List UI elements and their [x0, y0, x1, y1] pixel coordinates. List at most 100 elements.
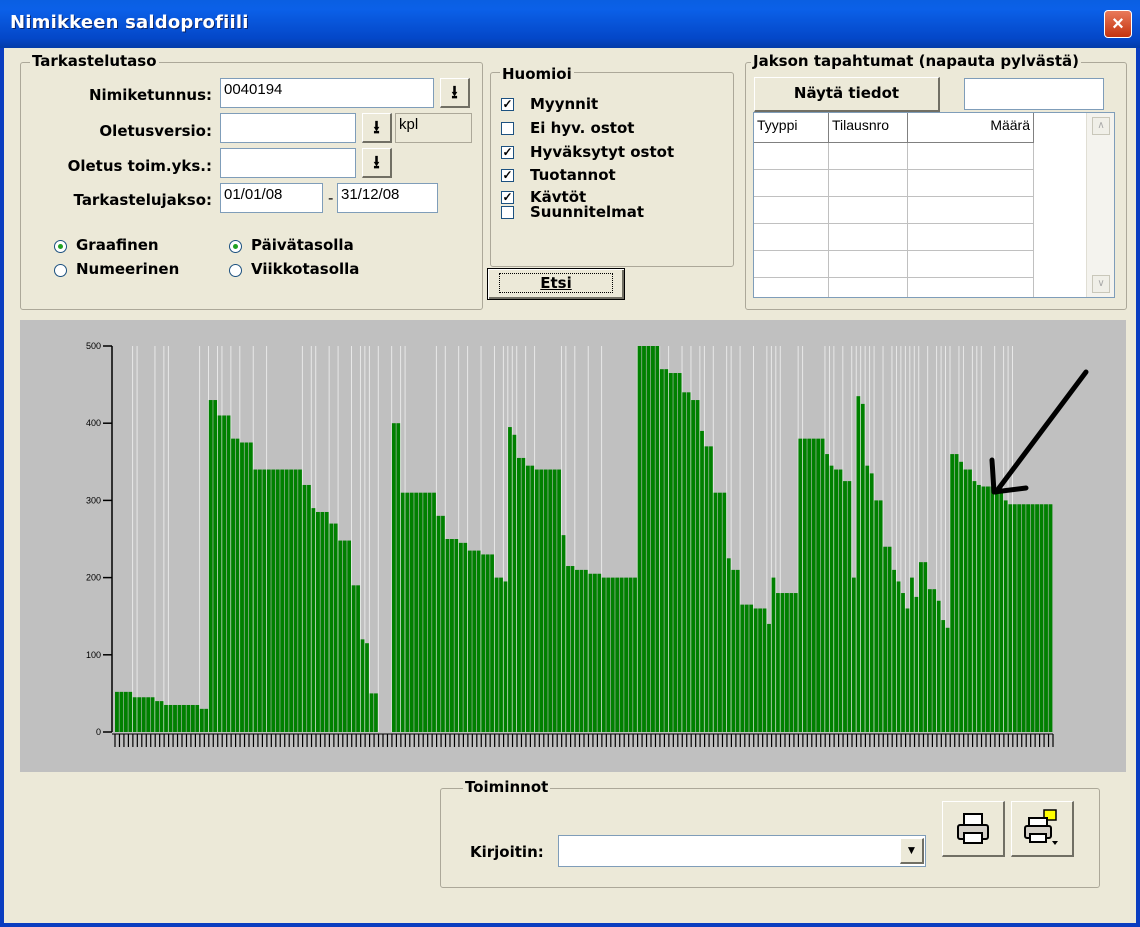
saldo-bar[interactable] — [463, 542, 468, 732]
saldo-bar[interactable] — [838, 469, 843, 732]
radio-paivatasolla[interactable] — [229, 240, 242, 253]
saldo-bar[interactable] — [994, 492, 999, 732]
saldo-bar[interactable] — [1003, 500, 1008, 732]
saldo-bar[interactable] — [441, 515, 445, 732]
checkbox-label-1[interactable]: Ei hyv. ostot — [530, 119, 634, 137]
saldo-bar[interactable] — [691, 400, 696, 732]
saldo-bar[interactable] — [324, 511, 329, 732]
table-cell[interactable] — [754, 143, 829, 170]
saldo-bar[interactable] — [744, 604, 749, 732]
saldo-bar[interactable] — [981, 486, 986, 733]
saldo-bar[interactable] — [950, 454, 955, 732]
column-header[interactable]: Tilausnro — [829, 113, 908, 143]
saldo-bar[interactable] — [735, 569, 740, 732]
saldo-bar[interactable] — [548, 469, 553, 732]
saldo-bar[interactable] — [865, 465, 870, 732]
saldo-bar[interactable] — [686, 392, 691, 732]
table-cell[interactable] — [829, 251, 908, 278]
saldo-bar[interactable] — [847, 481, 852, 732]
oletusversio-field[interactable] — [220, 113, 356, 143]
saldo-bar[interactable] — [525, 465, 530, 732]
saldo-bar[interactable] — [1017, 504, 1022, 732]
saldo-bar[interactable] — [646, 346, 651, 732]
saldo-bar[interactable] — [820, 438, 825, 732]
saldo-bar[interactable] — [816, 438, 821, 732]
saldo-bar[interactable] — [146, 697, 151, 732]
saldo-bar[interactable] — [253, 469, 258, 732]
saldo-bar[interactable] — [512, 434, 517, 732]
saldo-bar[interactable] — [856, 396, 861, 732]
saldo-bar[interactable] — [374, 693, 378, 732]
checkbox-label-3[interactable]: Tuotannot — [530, 166, 616, 184]
saldo-bar[interactable] — [655, 346, 660, 732]
saldo-bar[interactable] — [860, 403, 865, 732]
saldo-bar[interactable] — [293, 469, 298, 732]
table-cell[interactable] — [754, 224, 829, 251]
saldo-bar[interactable] — [668, 373, 673, 732]
saldo-bar[interactable] — [137, 697, 142, 732]
saldo-bar[interactable] — [1039, 504, 1044, 732]
saldo-bar[interactable] — [945, 627, 950, 732]
saldo-bar[interactable] — [584, 569, 588, 732]
saldo-bar[interactable] — [726, 558, 731, 732]
saldo-bar[interactable] — [347, 540, 352, 732]
saldo-bar[interactable] — [557, 469, 562, 732]
saldo-bar[interactable] — [807, 438, 812, 732]
saldo-bar[interactable] — [1008, 504, 1013, 732]
saldo-bar[interactable] — [575, 569, 579, 732]
saldo-bar[interactable] — [927, 589, 932, 732]
saldo-bar[interactable] — [798, 438, 803, 732]
checkbox-1[interactable] — [501, 122, 514, 135]
saldo-bar[interactable] — [365, 643, 369, 732]
saldo-bar[interactable] — [767, 623, 771, 732]
saldo-bar[interactable] — [320, 511, 325, 732]
saldo-bar[interactable] — [753, 608, 758, 732]
saldo-bar[interactable] — [1026, 504, 1031, 732]
saldo-bar[interactable] — [566, 566, 570, 732]
saldo-bar[interactable] — [579, 569, 584, 732]
saldo-bar[interactable] — [1021, 504, 1026, 732]
print-button[interactable] — [942, 801, 1005, 857]
saldo-bar[interactable] — [150, 697, 155, 732]
saldo-bar[interactable] — [123, 691, 128, 732]
saldo-bar[interactable] — [811, 438, 816, 732]
saldo-bar[interactable] — [789, 593, 794, 732]
saldo-bar[interactable] — [762, 608, 767, 732]
saldo-bar[interactable] — [561, 535, 566, 732]
checkbox-label-0[interactable]: Myynnit — [530, 95, 598, 113]
table-cell[interactable] — [754, 197, 829, 224]
saldo-bar[interactable] — [476, 550, 481, 732]
saldo-bar[interactable] — [208, 400, 213, 732]
saldo-bar[interactable] — [284, 469, 289, 732]
saldo-bar[interactable] — [673, 373, 678, 732]
saldo-bar[interactable] — [905, 608, 910, 732]
printer-settings-button[interactable] — [1011, 801, 1074, 857]
radio-numeerinen-label[interactable]: Numeerinen — [76, 260, 179, 278]
radio-paivatasolla-label[interactable]: Päivätasolla — [251, 236, 354, 254]
saldo-bar[interactable] — [780, 593, 785, 732]
table-cell[interactable] — [754, 251, 829, 278]
table-cell[interactable] — [908, 170, 1034, 197]
table-cell[interactable] — [829, 197, 908, 224]
saldo-bar[interactable] — [338, 540, 343, 732]
saldo-bar[interactable] — [427, 492, 432, 732]
saldo-bar[interactable] — [883, 546, 888, 732]
saldo-bar[interactable] — [391, 423, 396, 732]
saldo-bar[interactable] — [896, 581, 901, 732]
saldo-bar[interactable] — [467, 550, 472, 732]
saldo-bar[interactable] — [588, 573, 593, 732]
saldo-bar[interactable] — [195, 704, 200, 732]
saldo-bar[interactable] — [901, 593, 905, 732]
saldo-bar[interactable] — [776, 593, 780, 732]
saldo-bar[interactable] — [244, 442, 249, 733]
saldo-bar[interactable] — [342, 540, 347, 732]
checkbox-0[interactable]: ✓ — [501, 98, 514, 111]
saldo-bar[interactable] — [651, 346, 655, 732]
saldo-bar[interactable] — [610, 577, 615, 732]
saldo-bar[interactable] — [436, 515, 441, 732]
column-header[interactable]: Tyyppi — [754, 113, 829, 143]
saldo-bar[interactable] — [793, 593, 798, 732]
saldo-bar[interactable] — [990, 486, 995, 733]
saldo-bar[interactable] — [235, 438, 240, 732]
oletus-toimyks-field[interactable] — [220, 148, 356, 178]
